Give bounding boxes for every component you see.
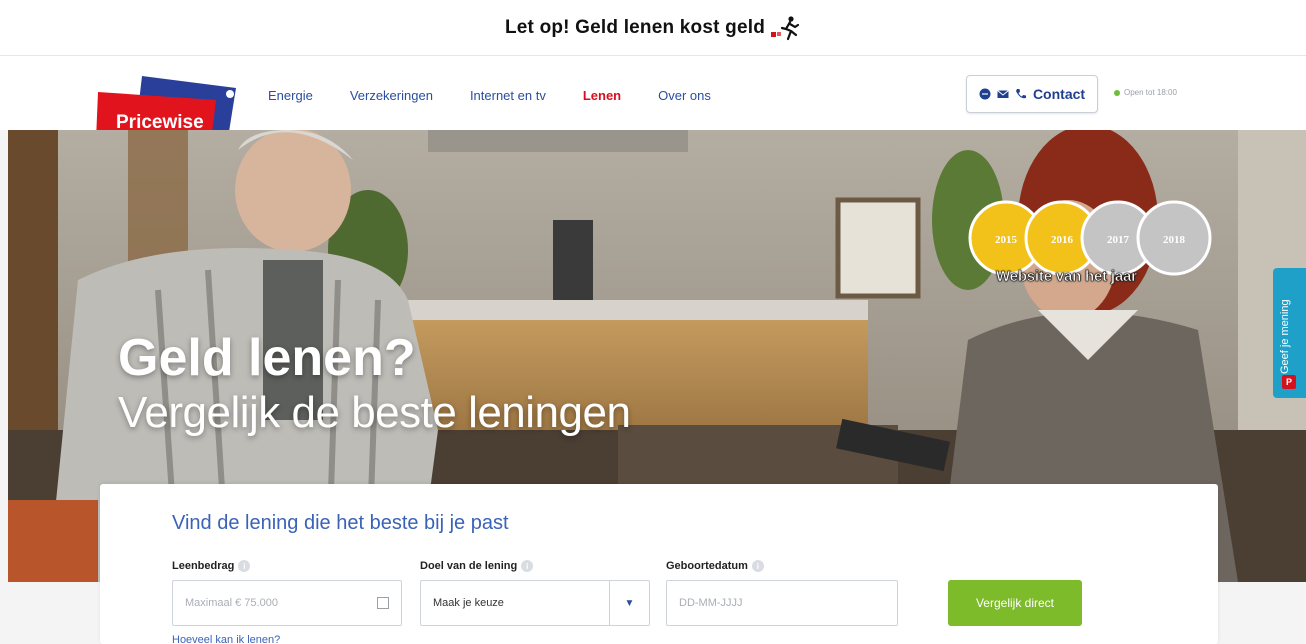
how-much-can-i-borrow-link[interactable]: Hoeveel kan ik lenen? [172, 634, 280, 644]
loan-amount-label-text: Leenbedrag [172, 560, 235, 572]
open-status: Open tot 18:00 [1114, 88, 1177, 97]
loan-purpose-label: Doel van de lening i [420, 560, 534, 572]
info-icon[interactable]: i [751, 560, 764, 572]
chat-icon [979, 88, 991, 100]
birth-date-label: Geboortedatum i [666, 560, 764, 572]
hero-subtitle: Vergelijk de beste leningen [118, 388, 631, 437]
feedback-label: Geef je mening [1279, 299, 1291, 374]
svg-text:2016: 2016 [1051, 234, 1074, 246]
svg-text:2015: 2015 [995, 234, 1018, 246]
birth-date-label-text: Geboortedatum [666, 560, 748, 572]
loan-amount-input[interactable]: Maximaal € 75.000 [172, 580, 402, 626]
award-badge-2018: 2018 [1136, 200, 1212, 276]
svg-text:2017: 2017 [1107, 234, 1130, 246]
loan-purpose-select[interactable]: Maak je keuze ▼ [420, 580, 650, 626]
loan-purpose-label-text: Doel van de lening [420, 560, 518, 572]
nav-links: Energie Verzekeringen Internet en tv Len… [268, 88, 748, 103]
running-man-icon [771, 15, 800, 40]
birth-date-placeholder: DD-MM-JJJJ [679, 597, 743, 609]
loan-form-card: Vind de lening die het beste bij je past… [100, 484, 1218, 644]
warning-bar: Let op! Geld lenen kost geld [0, 0, 1306, 56]
birth-date-input[interactable]: DD-MM-JJJJ [666, 580, 898, 626]
feedback-tab[interactable]: Geef je mening P [1273, 268, 1306, 398]
loan-amount-placeholder: Maximaal € 75.000 [185, 597, 278, 609]
loan-purpose-value: Maak je keuze [433, 597, 504, 609]
contact-label: Contact [1032, 86, 1086, 102]
info-icon[interactable]: i [521, 560, 534, 572]
feedback-logo-icon: P [1282, 375, 1296, 389]
award-caption: Website van het jaar [996, 268, 1138, 286]
warning-text: Let op! Geld lenen kost geld [504, 16, 765, 38]
svg-text:2018: 2018 [1163, 234, 1186, 246]
nav-item-energie[interactable]: Energie [268, 88, 313, 103]
mail-icon [997, 90, 1009, 98]
online-status-dot-icon [1114, 89, 1120, 96]
form-heading: Vind de lening die het beste bij je past [172, 512, 509, 534]
open-status-text: Open tot 18:00 [1124, 88, 1177, 97]
phone-icon [1015, 89, 1026, 99]
main-navigation: Pricewise Energie Verzekeringen Internet… [0, 56, 1306, 150]
nav-item-over-ons[interactable]: Over ons [658, 88, 711, 103]
hero-title: Geld lenen? [118, 329, 416, 387]
nav-item-internet-en-tv[interactable]: Internet en tv [470, 88, 546, 103]
info-icon[interactable]: i [238, 560, 251, 572]
loan-amount-label: Leenbedrag i [172, 560, 251, 572]
nav-item-lenen[interactable]: Lenen [583, 88, 621, 103]
calculator-icon[interactable] [377, 597, 389, 609]
chevron-down-icon[interactable]: ▼ [609, 581, 649, 625]
compare-now-button[interactable]: Vergelijk direct [948, 580, 1082, 626]
nav-item-verzekeringen[interactable]: Verzekeringen [350, 88, 433, 103]
contact-button[interactable]: Contact [966, 75, 1098, 113]
